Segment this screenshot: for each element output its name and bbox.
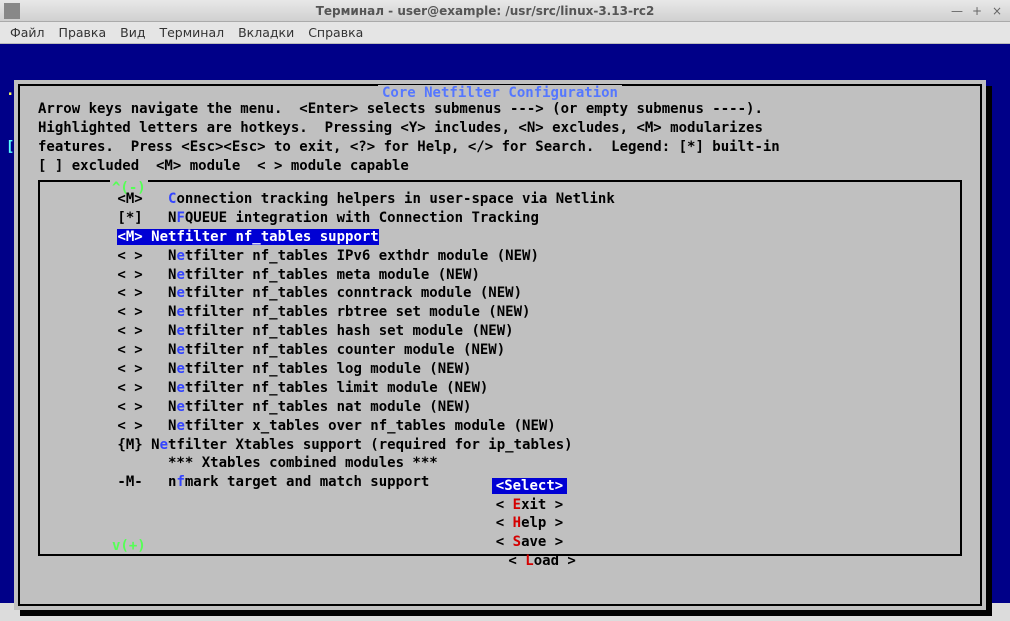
exit-button[interactable]: < Exit > xyxy=(492,497,567,513)
load-button[interactable]: < Load > xyxy=(504,553,579,569)
option-item[interactable]: <M> Connection tracking helpers in user-… xyxy=(46,190,954,209)
window-maximize-button[interactable]: + xyxy=(970,4,984,18)
dialog-title: Core Netfilter Configuration xyxy=(20,84,980,103)
menu-terminal[interactable]: Терминал xyxy=(159,25,224,40)
titlebar: Терминал - user@example: /usr/src/linux-… xyxy=(0,0,1010,22)
option-item[interactable]: < > Netfilter nf_tables counter module (… xyxy=(46,341,954,360)
menu-tabs[interactable]: Вкладки xyxy=(238,25,294,40)
option-item[interactable]: < > Netfilter nf_tables rbtree set modul… xyxy=(46,303,954,322)
option-item[interactable]: {M} Netfilter Xtables support (required … xyxy=(46,436,954,455)
button-bar: <Select> < Exit > < Help > < Save > < Lo… xyxy=(20,458,980,590)
option-item[interactable]: < > Netfilter nf_tables nat module (NEW) xyxy=(46,398,954,417)
menu-edit[interactable]: Правка xyxy=(59,25,107,40)
terminal-area: .config - Linux/x86 3.13.0-rc2 Kernel Co… xyxy=(0,44,1010,603)
option-item[interactable]: < > Netfilter nf_tables meta module (NEW… xyxy=(46,266,954,285)
window-close-button[interactable]: × xyxy=(990,4,1004,18)
option-item[interactable]: < > Netfilter nf_tables log module (NEW) xyxy=(46,360,954,379)
option-item[interactable]: < > Netfilter nf_tables hash set module … xyxy=(46,322,954,341)
option-item[interactable]: < > Netfilter nf_tables IPv6 exthdr modu… xyxy=(46,247,954,266)
option-item[interactable]: < > Netfilter x_tables over nf_tables mo… xyxy=(46,417,954,436)
menu-file[interactable]: Файл xyxy=(10,25,45,40)
option-item[interactable]: <M> Netfilter nf_tables support xyxy=(46,228,383,247)
select-button[interactable]: <Select> xyxy=(492,478,567,494)
menu-help[interactable]: Справка xyxy=(308,25,363,40)
app-icon xyxy=(4,3,20,19)
dialog-border: Core Netfilter Configuration Arrow keys … xyxy=(18,84,982,606)
instructions-text: Arrow keys navigate the menu. <Enter> se… xyxy=(38,100,962,176)
window-title: Терминал - user@example: /usr/src/linux-… xyxy=(20,4,950,18)
help-button[interactable]: < Help > xyxy=(492,515,567,531)
save-button[interactable]: < Save > xyxy=(492,534,567,550)
menu-view[interactable]: Вид xyxy=(120,25,145,40)
option-item[interactable]: < > Netfilter nf_tables limit module (NE… xyxy=(46,379,954,398)
option-item[interactable]: < > Netfilter nf_tables conntrack module… xyxy=(46,284,954,303)
menuconfig-dialog: Core Netfilter Configuration Arrow keys … xyxy=(14,80,986,610)
app-window: Терминал - user@example: /usr/src/linux-… xyxy=(0,0,1010,621)
option-item[interactable]: [*] NFQUEUE integration with Connection … xyxy=(46,209,954,228)
menubar: Файл Правка Вид Терминал Вкладки Справка xyxy=(0,22,1010,44)
window-minimize-button[interactable]: — xyxy=(950,4,964,18)
